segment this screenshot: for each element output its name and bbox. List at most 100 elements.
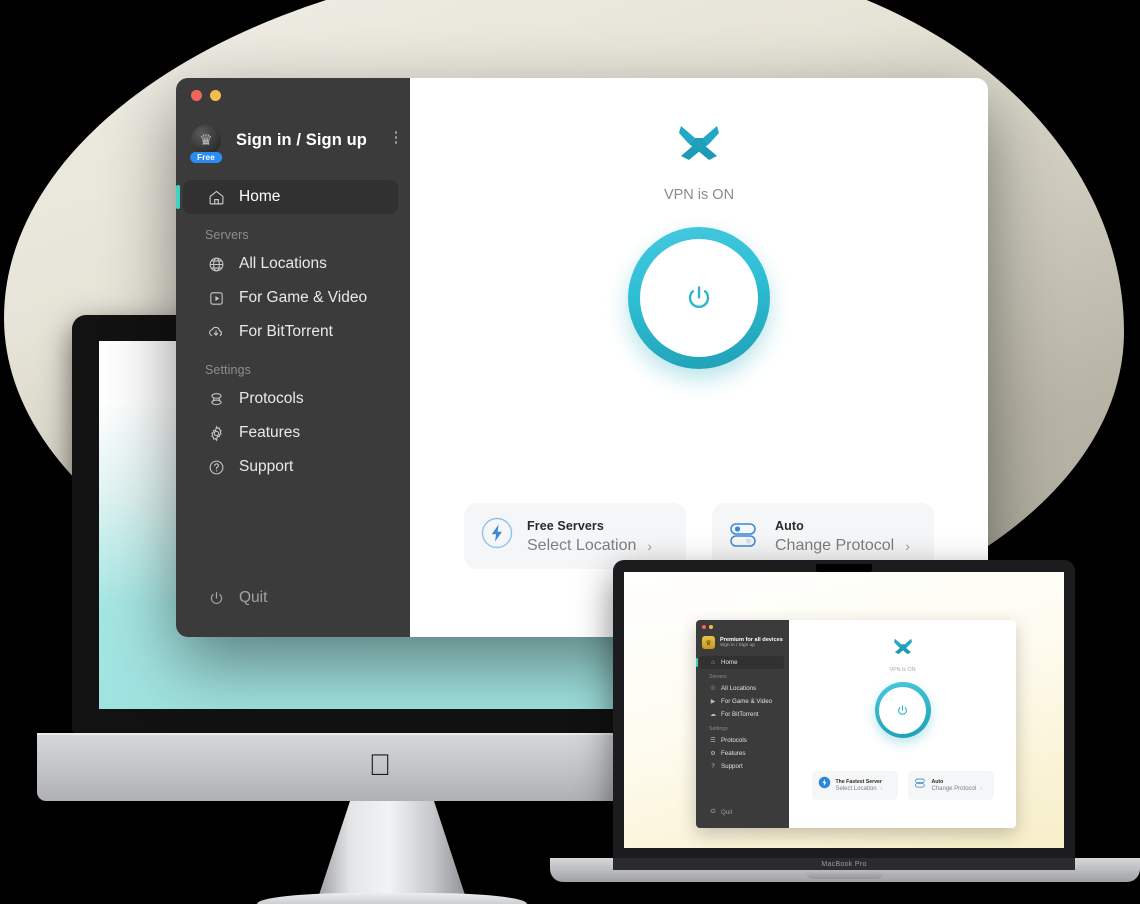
- laptop-card-title: The Fastest Server: [835, 778, 882, 785]
- sidebar-group-servers: Servers: [205, 228, 249, 242]
- card-subtitle: Change Protocol: [775, 536, 895, 554]
- sidebar-item-label: For Game & Video: [239, 289, 368, 306]
- laptop-account-line2: Sign in / Sign up: [720, 642, 755, 648]
- sidebar-nav: Home Servers All Locations For Game & Vi…: [176, 180, 410, 484]
- laptop-sidebar-group-settings: Settings: [709, 726, 728, 732]
- sidebar-item-support[interactable]: Support: [183, 450, 398, 484]
- lightning-circle-icon: [480, 516, 514, 555]
- vpn-status-text: VPN is ON: [663, 187, 735, 203]
- sidebar-item-all-locations[interactable]: All Locations: [183, 247, 398, 281]
- avatar: ♛ Free: [190, 125, 222, 163]
- power-icon: ⏻: [710, 809, 716, 815]
- imac-stand-neck: [317, 801, 467, 901]
- play-box-icon: [205, 290, 227, 307]
- laptop-account-line1: Premium for all devices: [720, 636, 783, 643]
- lightning-circle-icon: [818, 776, 831, 794]
- layers-icon: [205, 391, 227, 408]
- laptop-sidebar-item-game-video[interactable]: ▶ For Game & Video: [699, 695, 784, 708]
- toggles-icon: [728, 516, 762, 555]
- sidebar-item-label: Support: [239, 458, 294, 475]
- laptop-sidebar-item-features[interactable]: ⚙ Features: [699, 747, 784, 760]
- sidebar-item-bittorrent[interactable]: For BitTorrent: [183, 315, 398, 349]
- macbook-hinge-bar: MacBook Pro: [613, 858, 1075, 870]
- laptop-card-subtitle: Select Location: [835, 785, 877, 792]
- laptop-card-change-protocol[interactable]: Auto Change Protocol ›: [907, 771, 994, 800]
- laptop-card-subtitle-row: Change Protocol ›: [932, 786, 982, 792]
- minimize-window-button[interactable]: [210, 90, 221, 101]
- power-inner: [640, 239, 758, 357]
- macbook-lid: ♛ Premium for all devices Sign in / Sign…: [613, 560, 1075, 860]
- laptop-card-subtitle: Change Protocol: [931, 785, 977, 792]
- card-title: Free Servers: [527, 518, 604, 533]
- toggles-icon: [914, 776, 927, 794]
- account-row[interactable]: ♛ Free Sign in / Sign up: [176, 101, 410, 163]
- sidebar-item-label: All Locations: [239, 255, 327, 272]
- laptop-sidebar-item-quit[interactable]: ⏻ Quit: [699, 806, 792, 819]
- sidebar-item-home[interactable]: Home: [176, 180, 398, 214]
- gear-icon: [205, 425, 227, 442]
- cloud-download-icon: [205, 323, 227, 341]
- power-ring: [628, 227, 770, 369]
- vpn-app-window: ♛ Free Sign in / Sign up Home Servers Al…: [176, 78, 988, 637]
- power-icon: [205, 590, 227, 607]
- macbook-device: ♛ Premium for all devices Sign in / Sign…: [550, 560, 1140, 904]
- laptop-card-fastest-server[interactable]: The Fastest Server Select Location ›: [811, 771, 898, 800]
- kebab-menu-icon[interactable]: [394, 131, 397, 144]
- card-text-block: Auto Change Protocol ›: [775, 517, 910, 555]
- power-glyph-icon: [688, 286, 710, 309]
- imac-stand-foot: [257, 893, 527, 904]
- laptop-account-text: Premium for all devices Sign in / Sign u…: [720, 637, 783, 649]
- layers-icon: ☰: [710, 738, 716, 744]
- laptop-card-title: Auto: [931, 778, 944, 785]
- card-title: Auto: [775, 518, 804, 533]
- laptop-sidebar-item-protocols[interactable]: ☰ Protocols: [699, 734, 784, 747]
- laptop-sidebar-item-home[interactable]: ⌂ Home: [696, 656, 784, 669]
- laptop-sidebar-item-support[interactable]: ? Support: [699, 760, 784, 773]
- chevron-right-icon: ›: [905, 537, 910, 554]
- laptop-account-row[interactable]: ♛ Premium for all devices Sign in / Sign…: [696, 629, 789, 649]
- sidebar-item-label: For BitTorrent: [239, 323, 333, 340]
- apple-logo-icon: : [369, 751, 392, 781]
- home-icon: ⌂: [711, 659, 715, 666]
- question-circle-icon: [205, 459, 227, 476]
- globe-icon: ☉: [710, 686, 716, 692]
- laptop-sidebar-item-label: For BitTorrent: [721, 711, 759, 718]
- x-logo-icon: [893, 637, 913, 660]
- play-box-icon: ▶: [710, 699, 716, 705]
- cloud-download-icon: ☁: [710, 712, 716, 718]
- macbook-base-notch: [806, 872, 884, 879]
- sidebar-item-quit[interactable]: Quit: [183, 581, 417, 615]
- app-main-panel: VPN is ON Free Servers Select Location ›…: [410, 78, 988, 637]
- chevron-right-icon: ›: [880, 785, 883, 792]
- close-window-button[interactable]: [191, 90, 202, 101]
- laptop-sidebar-item-label: For Game & Video: [721, 698, 773, 705]
- chevron-right-icon: ›: [647, 537, 653, 554]
- laptop-vpn-status-text: VPN is ON: [889, 667, 916, 673]
- sidebar-item-label: Protocols: [239, 390, 304, 407]
- card-subtitle: Select Location: [527, 536, 637, 554]
- question-circle-icon: ?: [711, 763, 715, 770]
- home-icon: [205, 189, 227, 206]
- laptop-sidebar-item-all-locations[interactable]: ☉ All Locations: [699, 682, 784, 695]
- laptop-sidebar-item-bittorrent[interactable]: ☁ For BitTorrent: [699, 708, 784, 721]
- laptop-sidebar-nav: ⌂ Home Servers ☉ All Locations ▶ For Gam…: [696, 656, 789, 773]
- laptop-sidebar-item-label: Protocols: [721, 737, 747, 744]
- sidebar-item-game-video[interactable]: For Game & Video: [183, 281, 398, 315]
- power-glyph-icon: [898, 704, 907, 715]
- account-name: Sign in / Sign up: [236, 130, 367, 149]
- laptop-power-inner: [879, 686, 926, 734]
- crown-icon: ♛: [199, 131, 213, 149]
- x-logo-icon: [677, 122, 721, 167]
- laptop-sidebar-item-label: Features: [721, 750, 746, 757]
- laptop-power-toggle-button[interactable]: [874, 682, 931, 738]
- sidebar-item-features[interactable]: Features: [183, 416, 398, 450]
- sidebar-group-settings: Settings: [205, 363, 251, 377]
- power-toggle-button[interactable]: [628, 227, 770, 369]
- macbook-screen: ♛ Premium for all devices Sign in / Sign…: [624, 572, 1064, 848]
- laptop-app-main-panel: VPN is ON The Fastest Server Select Loca…: [789, 620, 1016, 828]
- laptop-card-subtitle-row: Select Location ›: [836, 786, 883, 792]
- kebab-menu-icon[interactable]: ⋮: [779, 639, 784, 644]
- laptop-app-sidebar: ♛ Premium for all devices Sign in / Sign…: [696, 620, 789, 828]
- sidebar-item-protocols[interactable]: Protocols: [183, 382, 398, 416]
- window-traffic-lights: [176, 78, 410, 101]
